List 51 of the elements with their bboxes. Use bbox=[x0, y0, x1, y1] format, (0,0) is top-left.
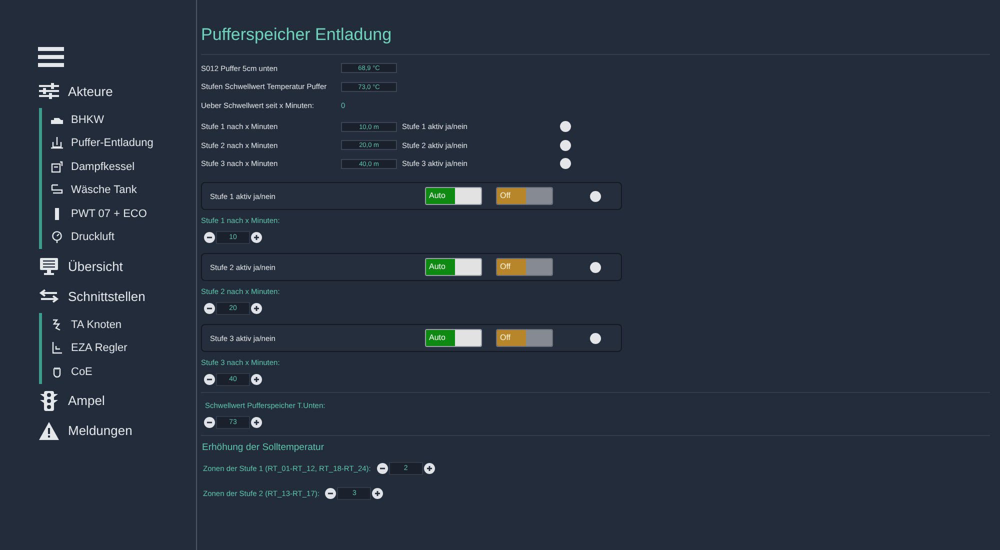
nav-subitem[interactable]: TA Knoten bbox=[51, 313, 196, 336]
nav-subitem[interactable]: PWT 07 + ECO bbox=[51, 202, 196, 226]
menu-icon[interactable] bbox=[38, 46, 64, 68]
tank-icon bbox=[51, 137, 63, 150]
indicator-dot bbox=[560, 158, 571, 170]
indicator-dot bbox=[590, 332, 601, 344]
plus-button[interactable] bbox=[251, 303, 262, 314]
minus-button[interactable] bbox=[204, 232, 215, 243]
warning-icon bbox=[39, 422, 59, 440]
nav-item[interactable]: Meldungen bbox=[38, 416, 196, 446]
boiler-icon bbox=[51, 160, 63, 173]
gauge-icon bbox=[51, 231, 63, 244]
nav-item[interactable]: Akteure bbox=[38, 76, 196, 106]
minus-button[interactable] bbox=[325, 488, 336, 499]
indicator-dot bbox=[590, 190, 601, 202]
auto-toggle[interactable]: Auto bbox=[425, 329, 482, 347]
bar-icon bbox=[54, 208, 60, 220]
auto-toggle[interactable]: Auto bbox=[425, 258, 482, 276]
nav-subitem[interactable]: Dampfkessel bbox=[51, 155, 196, 178]
hand-icon bbox=[51, 366, 63, 378]
tub-icon bbox=[51, 184, 63, 196]
plus-button[interactable] bbox=[251, 417, 262, 428]
indicator-dot bbox=[560, 121, 571, 132]
arrows-icon bbox=[39, 289, 59, 303]
plus-button[interactable] bbox=[251, 232, 262, 243]
minus-button[interactable] bbox=[376, 463, 388, 474]
nav-subitem[interactable]: BHKW bbox=[51, 108, 196, 132]
plus-button[interactable] bbox=[251, 374, 262, 385]
nav-subitem[interactable]: Wäsche Tank bbox=[51, 178, 196, 202]
node-icon bbox=[51, 318, 63, 331]
indicator-dot bbox=[590, 262, 601, 272]
nav-item[interactable]: Ampel bbox=[38, 386, 196, 416]
minus-button[interactable] bbox=[204, 417, 215, 428]
minus-button[interactable] bbox=[204, 374, 215, 385]
indicator-dot bbox=[560, 140, 571, 151]
nav-item[interactable]: Schnittstellen bbox=[38, 281, 196, 311]
nav-subitem[interactable]: Druckluft bbox=[51, 226, 196, 249]
plus-button[interactable] bbox=[372, 488, 384, 499]
minus-button[interactable] bbox=[204, 303, 215, 314]
nav-item[interactable]: Übersicht bbox=[38, 251, 196, 281]
auto-toggle[interactable]: Auto bbox=[425, 187, 482, 205]
controller-icon bbox=[51, 342, 63, 354]
monitor-icon bbox=[39, 257, 59, 275]
sliders-icon bbox=[39, 83, 59, 99]
section-title: Erhöhung der Solltemperatur bbox=[202, 442, 325, 454]
traffic-light-icon bbox=[40, 390, 58, 410]
nav-subitem[interactable]: CoE bbox=[51, 360, 196, 384]
nav-subitem[interactable]: EZA Regler bbox=[51, 336, 196, 360]
page-title: Pufferspeicher Entladung bbox=[201, 24, 393, 46]
plus-button[interactable] bbox=[424, 463, 435, 474]
nav-subitem[interactable]: Puffer-Entladung bbox=[51, 132, 196, 155]
